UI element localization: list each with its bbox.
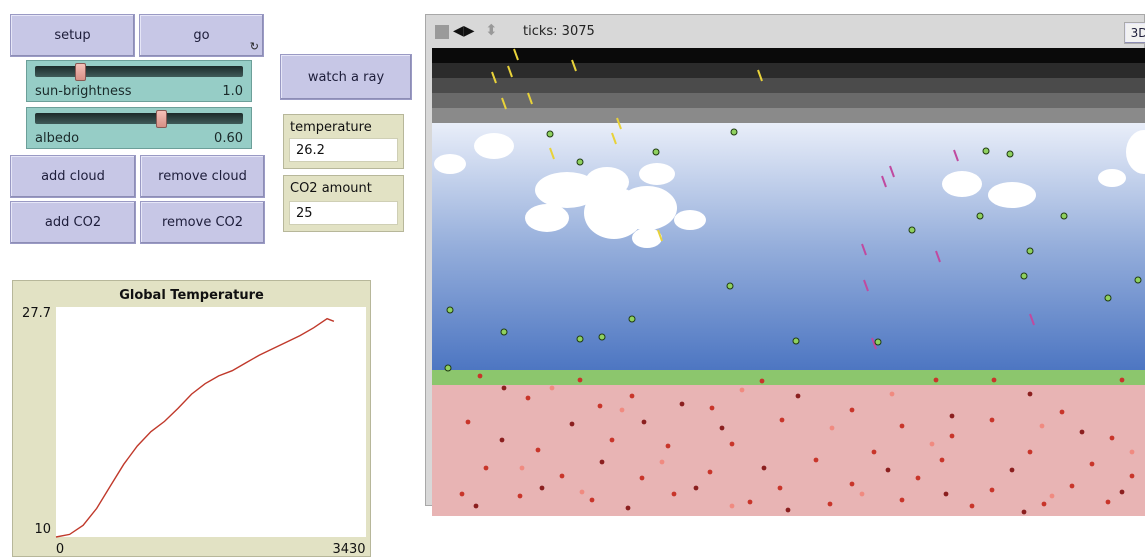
slider-thumb[interactable] — [155, 110, 167, 128]
y-tick-label: 27.7 — [22, 306, 51, 321]
slider-value: 1.0 — [222, 84, 243, 99]
monitor-value: 26.2 — [289, 138, 398, 162]
slider-label: albedo — [35, 131, 80, 146]
add-cloud-button[interactable]: add cloud — [10, 155, 136, 198]
forever-icon: ↻ — [249, 40, 259, 53]
add-cloud-label: add cloud — [41, 169, 105, 184]
setup-button[interactable]: setup — [10, 14, 135, 57]
watch-a-ray-button[interactable]: watch a ray — [280, 54, 412, 100]
co2-amount-monitor: CO2 amount 25 — [283, 175, 404, 232]
ticks-counter: ticks: 3075 — [523, 24, 595, 39]
watch-a-ray-label: watch a ray — [307, 69, 385, 85]
slider-track — [35, 66, 243, 77]
speed-arrows-icon[interactable]: ◀▶ — [453, 23, 475, 39]
go-button[interactable]: go ↻ — [139, 14, 264, 57]
monitor-label: temperature — [290, 120, 372, 135]
remove-co2-label: remove CO2 — [161, 215, 244, 230]
x-tick-label: 3430 — [332, 542, 365, 557]
y-tick-label: 10 — [34, 522, 51, 537]
sun-brightness-slider[interactable]: sun-brightness 1.0 — [26, 60, 252, 102]
slider-track — [35, 113, 243, 124]
x-tick-label: 0 — [56, 542, 64, 557]
add-co2-label: add CO2 — [44, 215, 102, 230]
global-temperature-plot: Global Temperature 27.7 10 0 3430 — [12, 280, 371, 557]
slider-thumb[interactable] — [75, 63, 87, 81]
remove-cloud-button[interactable]: remove cloud — [140, 155, 265, 198]
world-svg — [432, 48, 1145, 516]
go-button-label: go — [193, 28, 210, 43]
step-arrows-icon[interactable]: ⬍ — [485, 21, 498, 39]
plot-area: 27.7 10 0 3430 — [22, 306, 366, 557]
plot-background — [56, 307, 366, 537]
add-co2-button[interactable]: add CO2 — [10, 201, 136, 244]
monitor-value: 25 — [289, 201, 398, 225]
view-settings-icon[interactable] — [435, 25, 449, 39]
monitor-label: CO2 amount — [290, 181, 372, 196]
world-view: ◀▶ ⬍ ticks: 3075 3D — [425, 14, 1145, 516]
albedo-slider[interactable]: albedo 0.60 — [26, 107, 252, 149]
remove-co2-button[interactable]: remove CO2 — [140, 201, 265, 244]
slider-value: 0.60 — [214, 131, 243, 146]
remove-cloud-label: remove cloud — [158, 169, 247, 184]
setup-button-label: setup — [54, 28, 91, 43]
temperature-monitor: temperature 26.2 — [283, 114, 404, 169]
3d-view-button[interactable]: 3D — [1124, 22, 1145, 44]
view-toolbar: ◀▶ ⬍ ticks: 3075 3D — [426, 15, 1145, 48]
simulation-canvas[interactable] — [432, 48, 1145, 516]
slider-label: sun-brightness — [35, 84, 132, 99]
